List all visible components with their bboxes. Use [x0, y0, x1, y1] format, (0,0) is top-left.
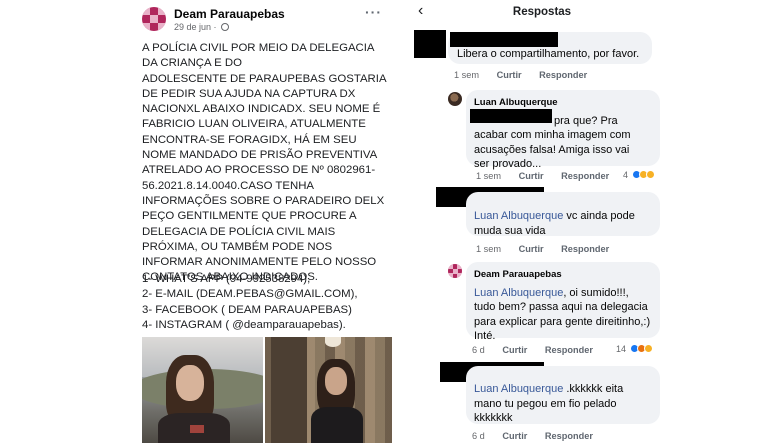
comment-bubble: Luan Albuquerque vc ainda pode muda sua …: [466, 192, 660, 237]
comment-body: Luan Albuquerque, oi sumido!!!, tudo bem…: [474, 286, 651, 344]
page-name[interactable]: Deam Parauapebas: [174, 7, 285, 21]
contact-facebook: 3- FACEBOOK ( DEAM PARAUAPEBAS): [142, 303, 352, 316]
avatar[interactable]: [448, 264, 462, 278]
reply-button[interactable]: Responder: [545, 345, 593, 355]
comment-bubble: Deam Parauapebas Luan Albuquerque, oi su…: [466, 262, 660, 342]
contact-instagram: 4- INSTAGRAM ( @deamparauapebas).: [142, 318, 346, 331]
like-button[interactable]: Curtir: [502, 431, 527, 441]
comment-time: 6 d: [472, 345, 485, 355]
reply-button[interactable]: Responder: [539, 70, 587, 80]
comment-mention[interactable]: Luan Albuquerque: [474, 383, 563, 395]
reply-button[interactable]: Responder: [545, 431, 593, 441]
post-body: A POLÍCIA CIVIL POR MEIO DA DELEGACIA DA…: [142, 42, 386, 284]
post-photo-2[interactable]: [265, 337, 392, 443]
reaction-count: 4: [623, 170, 629, 180]
redacted-name: [450, 32, 558, 47]
like-button[interactable]: Curtir: [497, 70, 522, 80]
wow-reaction-icon: [645, 170, 655, 179]
globe-icon: [221, 23, 230, 31]
comment-actions: 1 sem Curtir Responder: [454, 70, 602, 80]
comment-actions: 6 d Curtir Responder: [472, 345, 608, 355]
haha-reaction-icon: [643, 344, 653, 353]
reaction-summary[interactable]: 14: [616, 344, 653, 354]
replies-panel: ‹ Respostas Libera o compartilhamento, p…: [412, 0, 672, 443]
like-button[interactable]: Curtir: [519, 244, 544, 254]
comment-bubble: Luan Albuquerque pra que? Pra acabar com…: [466, 90, 660, 170]
reaction-summary[interactable]: 4: [623, 170, 655, 180]
avatar[interactable]: [448, 92, 462, 106]
like-button[interactable]: Curtir: [502, 345, 527, 355]
post-contacts: 1- WHAT'S APP (94-992538294), 2- E-MAIL …: [142, 272, 392, 333]
comment-mention[interactable]: Luan Albuquerque: [474, 287, 563, 299]
comment-time: 1 sem: [476, 244, 502, 254]
like-button[interactable]: Curtir: [519, 171, 544, 181]
redacted-name: [470, 109, 552, 123]
page-avatar[interactable]: [142, 7, 166, 31]
reply-button[interactable]: Responder: [561, 171, 609, 181]
comment-author[interactable]: Deam Parauapebas: [474, 268, 651, 283]
contact-email: 2- E-MAIL (DEAM.PEBAS@GMAIL.COM),: [142, 288, 358, 301]
post-header: Deam Parauapebas 29 de jun · ···: [142, 4, 392, 34]
post-date[interactable]: 29 de jun ·: [174, 22, 230, 32]
post-panel: Deam Parauapebas 29 de jun · ··· A POLÍC…: [128, 0, 404, 443]
comment-mention[interactable]: Luan Albuquerque: [474, 210, 563, 222]
comment-bubble: Luan Albuquerque .kkkkkk eita mano tu pe…: [466, 366, 660, 424]
reaction-count: 14: [616, 344, 627, 354]
comment-time: 1 sem: [454, 70, 480, 80]
comment-actions: 6 d Curtir Responder: [472, 431, 608, 441]
post-date-text[interactable]: 29 de jun ·: [174, 22, 219, 32]
post-photo-1[interactable]: [142, 337, 263, 443]
comment-time: 6 d: [472, 431, 485, 441]
contact-whatsapp: 1- WHAT'S APP (94-992538294),: [142, 273, 311, 285]
reply-button[interactable]: Responder: [561, 244, 609, 254]
comment-text: Libera o compartilhamento, por favor.: [457, 48, 640, 60]
comment-actions: 1 sem Curtir Responder: [476, 171, 624, 181]
more-options-icon[interactable]: ···: [365, 4, 382, 20]
comment-time: 1 sem: [476, 171, 502, 181]
comment-actions: 1 sem Curtir Responder: [476, 244, 624, 254]
replies-title: Respostas: [512, 6, 572, 18]
redacted-avatar: [414, 30, 446, 58]
replies-top-bar: ‹ Respostas: [412, 0, 672, 26]
